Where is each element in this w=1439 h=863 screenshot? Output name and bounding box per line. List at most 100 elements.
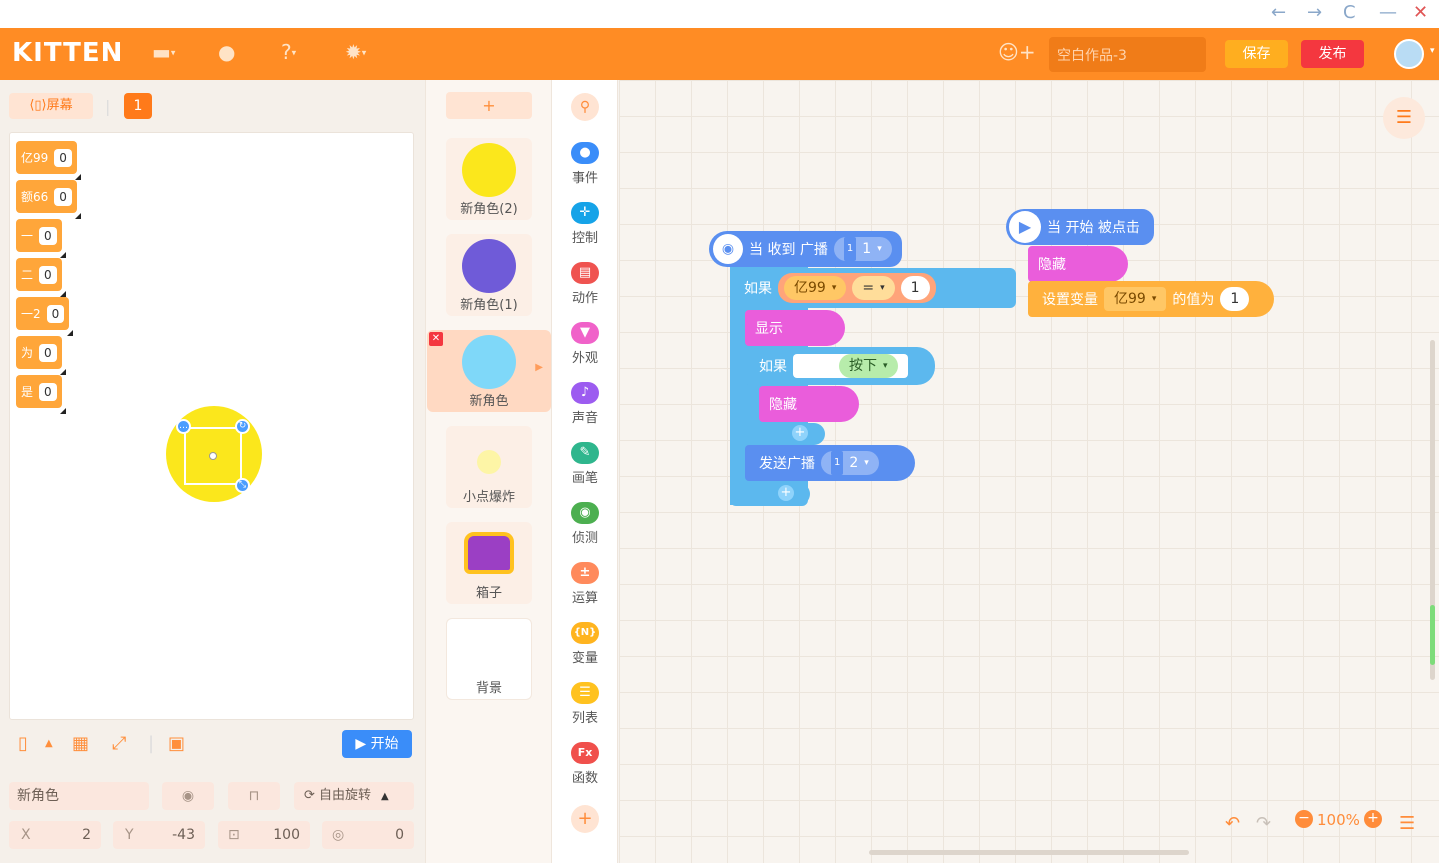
start-button[interactable]: ▶ 开始	[342, 730, 412, 758]
selection-box[interactable]: … ↻ ⤡	[176, 419, 250, 493]
save-button[interactable]: 保存	[1225, 40, 1288, 68]
horizontal-scrollbar[interactable]	[869, 850, 1189, 855]
add-sprite-button[interactable]: +	[446, 92, 532, 119]
sprite-card[interactable]: 箱子	[446, 522, 532, 604]
operator-dropdown[interactable]: = ▾	[852, 276, 895, 300]
if-block[interactable]: 如果 亿99 ▾ = ▾ 1	[730, 268, 1016, 308]
variable-dropdown[interactable]: 亿99 ▾	[784, 276, 847, 300]
category-sensing[interactable]: ◉ 侦测	[552, 502, 618, 546]
set-value-input[interactable]: 1	[1220, 287, 1250, 311]
sprite-name-field[interactable]: 新角色	[9, 782, 149, 810]
sprite-card[interactable]: 新角色(2)	[446, 138, 532, 220]
variable-monitor[interactable]: 一0	[16, 219, 66, 258]
add-extension-icon[interactable]: +	[571, 805, 599, 833]
help-icon[interactable]: ?▾	[281, 40, 296, 64]
minimize-icon[interactable]: —	[1379, 2, 1397, 23]
set-variable-block[interactable]: 设置变量 亿99 ▾ 的值为 1	[1028, 281, 1274, 317]
show-block[interactable]: 显示	[745, 310, 845, 346]
when-start-clicked-block[interactable]: ▶ 当 开始 被点击	[1006, 209, 1154, 245]
y-field[interactable]: Y -43	[113, 821, 205, 849]
rotation-mode-select[interactable]: ⟳ 自由旋转 ▲	[294, 782, 414, 810]
zoom-in-icon[interactable]: +	[1364, 810, 1382, 828]
variable-monitor[interactable]: 是0	[16, 375, 66, 414]
category-function[interactable]: Fx 函数	[552, 742, 618, 786]
category-pen[interactable]: ✎ 画笔	[552, 442, 618, 486]
add-block-icon[interactable]: +	[792, 425, 808, 441]
expand-sprite-icon[interactable]: ▶	[535, 362, 543, 373]
category-control[interactable]: ✛ 控制	[552, 202, 618, 246]
close-icon[interactable]: ✕	[1413, 2, 1428, 23]
back-icon[interactable]: ←	[1271, 2, 1286, 23]
vertical-scrollbar-thumb[interactable]	[1430, 605, 1435, 665]
hide-block[interactable]: 隐藏	[759, 386, 859, 422]
rotate-handle-icon[interactable]: ↻	[235, 419, 250, 434]
device-caret-icon[interactable]: ▲	[45, 738, 53, 749]
scene-number-badge[interactable]: 1	[124, 93, 152, 119]
variable-monitor[interactable]: 二0	[16, 258, 66, 297]
stage-canvas[interactable]: 亿99 0 额66 0 一0 二0 一2 0 为0 是0 … ↻ ⤡	[9, 132, 414, 720]
broadcast-dropdown[interactable]: 1 1 ▾	[833, 237, 892, 261]
set-variable-dropdown[interactable]: 亿99 ▾	[1104, 287, 1167, 311]
fullscreen-icon[interactable]: ⤢	[112, 733, 126, 754]
record-icon[interactable]: ▣	[168, 733, 185, 754]
when-receive-broadcast-block[interactable]: ◉ 当 收到 广播 1 1 ▾	[709, 231, 902, 267]
value-input[interactable]: 1	[900, 276, 930, 300]
variable-monitor[interactable]: 一2 0	[16, 297, 74, 336]
search-icon[interactable]: ⚲	[571, 93, 599, 121]
search-blocks-icon[interactable]: ☰	[1383, 97, 1425, 139]
refresh-icon[interactable]: C	[1343, 2, 1356, 23]
chevron-down-icon: ▾	[864, 458, 869, 468]
category-variable[interactable]: {N} 变量	[552, 622, 618, 666]
avatar-caret-icon[interactable]: ▾	[1430, 46, 1435, 56]
if-mouse-block[interactable]: 如果 鼠标 按下 ▾	[745, 347, 935, 385]
delete-sprite-icon[interactable]: ✕	[429, 332, 443, 346]
backpack-icon[interactable]: ●	[218, 40, 235, 64]
send-broadcast-dropdown[interactable]: 1 2 ▾	[821, 451, 879, 475]
variable-monitor[interactable]: 亿99 0	[16, 141, 81, 180]
equals-condition[interactable]: 亿99 ▾ = ▾ 1	[778, 273, 936, 303]
arrange-blocks-icon[interactable]: ☰	[1399, 813, 1415, 834]
category-event[interactable]: ● 事件	[552, 142, 618, 186]
stage-backdrop-card[interactable]: 背景	[446, 618, 532, 700]
resize-handle-icon[interactable]: ⤡	[235, 478, 250, 493]
sprite-thumbnail	[462, 335, 516, 389]
x-field[interactable]: X 2	[9, 821, 101, 849]
add-block-icon[interactable]: +	[778, 485, 794, 501]
category-list[interactable]: ☰ 列表	[552, 682, 618, 726]
avatar[interactable]	[1394, 39, 1424, 69]
stage-panel: ⟨▯⟩屏幕 | 1 亿99 0 额66 0 一0 二0 一2 0 为0 是0 … ↻ …	[0, 80, 425, 863]
zoom-out-icon[interactable]: −	[1295, 810, 1313, 828]
mouse-condition[interactable]: 鼠标 按下 ▾	[793, 354, 908, 378]
folder-icon[interactable]: ▬▾	[152, 40, 175, 64]
category-motion[interactable]: ▤ 动作	[552, 262, 618, 306]
undo-icon[interactable]: ↶	[1225, 813, 1240, 834]
send-broadcast-block[interactable]: 发送广播 1 2 ▾	[745, 445, 915, 481]
mouse-state-dropdown[interactable]: 按下 ▾	[839, 354, 898, 378]
sprite-card[interactable]: 小点爆炸	[446, 426, 532, 508]
sprite-card[interactable]: 新角色(1)	[446, 234, 532, 316]
screen-toggle-button[interactable]: ⟨▯⟩屏幕	[9, 93, 93, 119]
forward-icon[interactable]: →	[1307, 2, 1322, 23]
settings-icon[interactable]: ✹▾	[345, 40, 366, 64]
device-frame-icon[interactable]: ▯	[18, 733, 28, 754]
variable-icon: {N}	[571, 622, 599, 644]
direction-field[interactable]: ◎ 0	[322, 821, 414, 849]
lock-toggle[interactable]: ⊓	[228, 782, 280, 810]
size-field[interactable]: ⊡ 100	[218, 821, 310, 849]
category-looks[interactable]: ▼ 外观	[552, 322, 618, 366]
more-handle-icon[interactable]: …	[176, 419, 191, 434]
category-operator[interactable]: ± 运算	[552, 562, 618, 606]
category-sound[interactable]: ♪ 声音	[552, 382, 618, 426]
sprite-card-selected[interactable]: ✕ 新角色 ▶	[427, 330, 551, 412]
redo-icon[interactable]: ↷	[1256, 813, 1271, 834]
hide-block[interactable]: 隐藏	[1028, 246, 1128, 282]
play-icon: ▶	[1009, 211, 1041, 243]
add-collaborator-icon[interactable]: ☺+	[998, 40, 1036, 64]
code-workspace[interactable]: ☰ ◉ 当 收到 广播 1 1 ▾ 如果 亿99 ▾ = ▾ 1 显示 如果 鼠标 按下…	[619, 80, 1439, 863]
publish-button[interactable]: 发布	[1301, 40, 1364, 68]
variable-monitor[interactable]: 为0	[16, 336, 66, 375]
project-title-input[interactable]	[1049, 37, 1206, 72]
variable-monitor[interactable]: 额66 0	[16, 180, 81, 219]
grid-icon[interactable]: ▦	[72, 733, 89, 754]
visibility-toggle[interactable]: ◉	[162, 782, 214, 810]
